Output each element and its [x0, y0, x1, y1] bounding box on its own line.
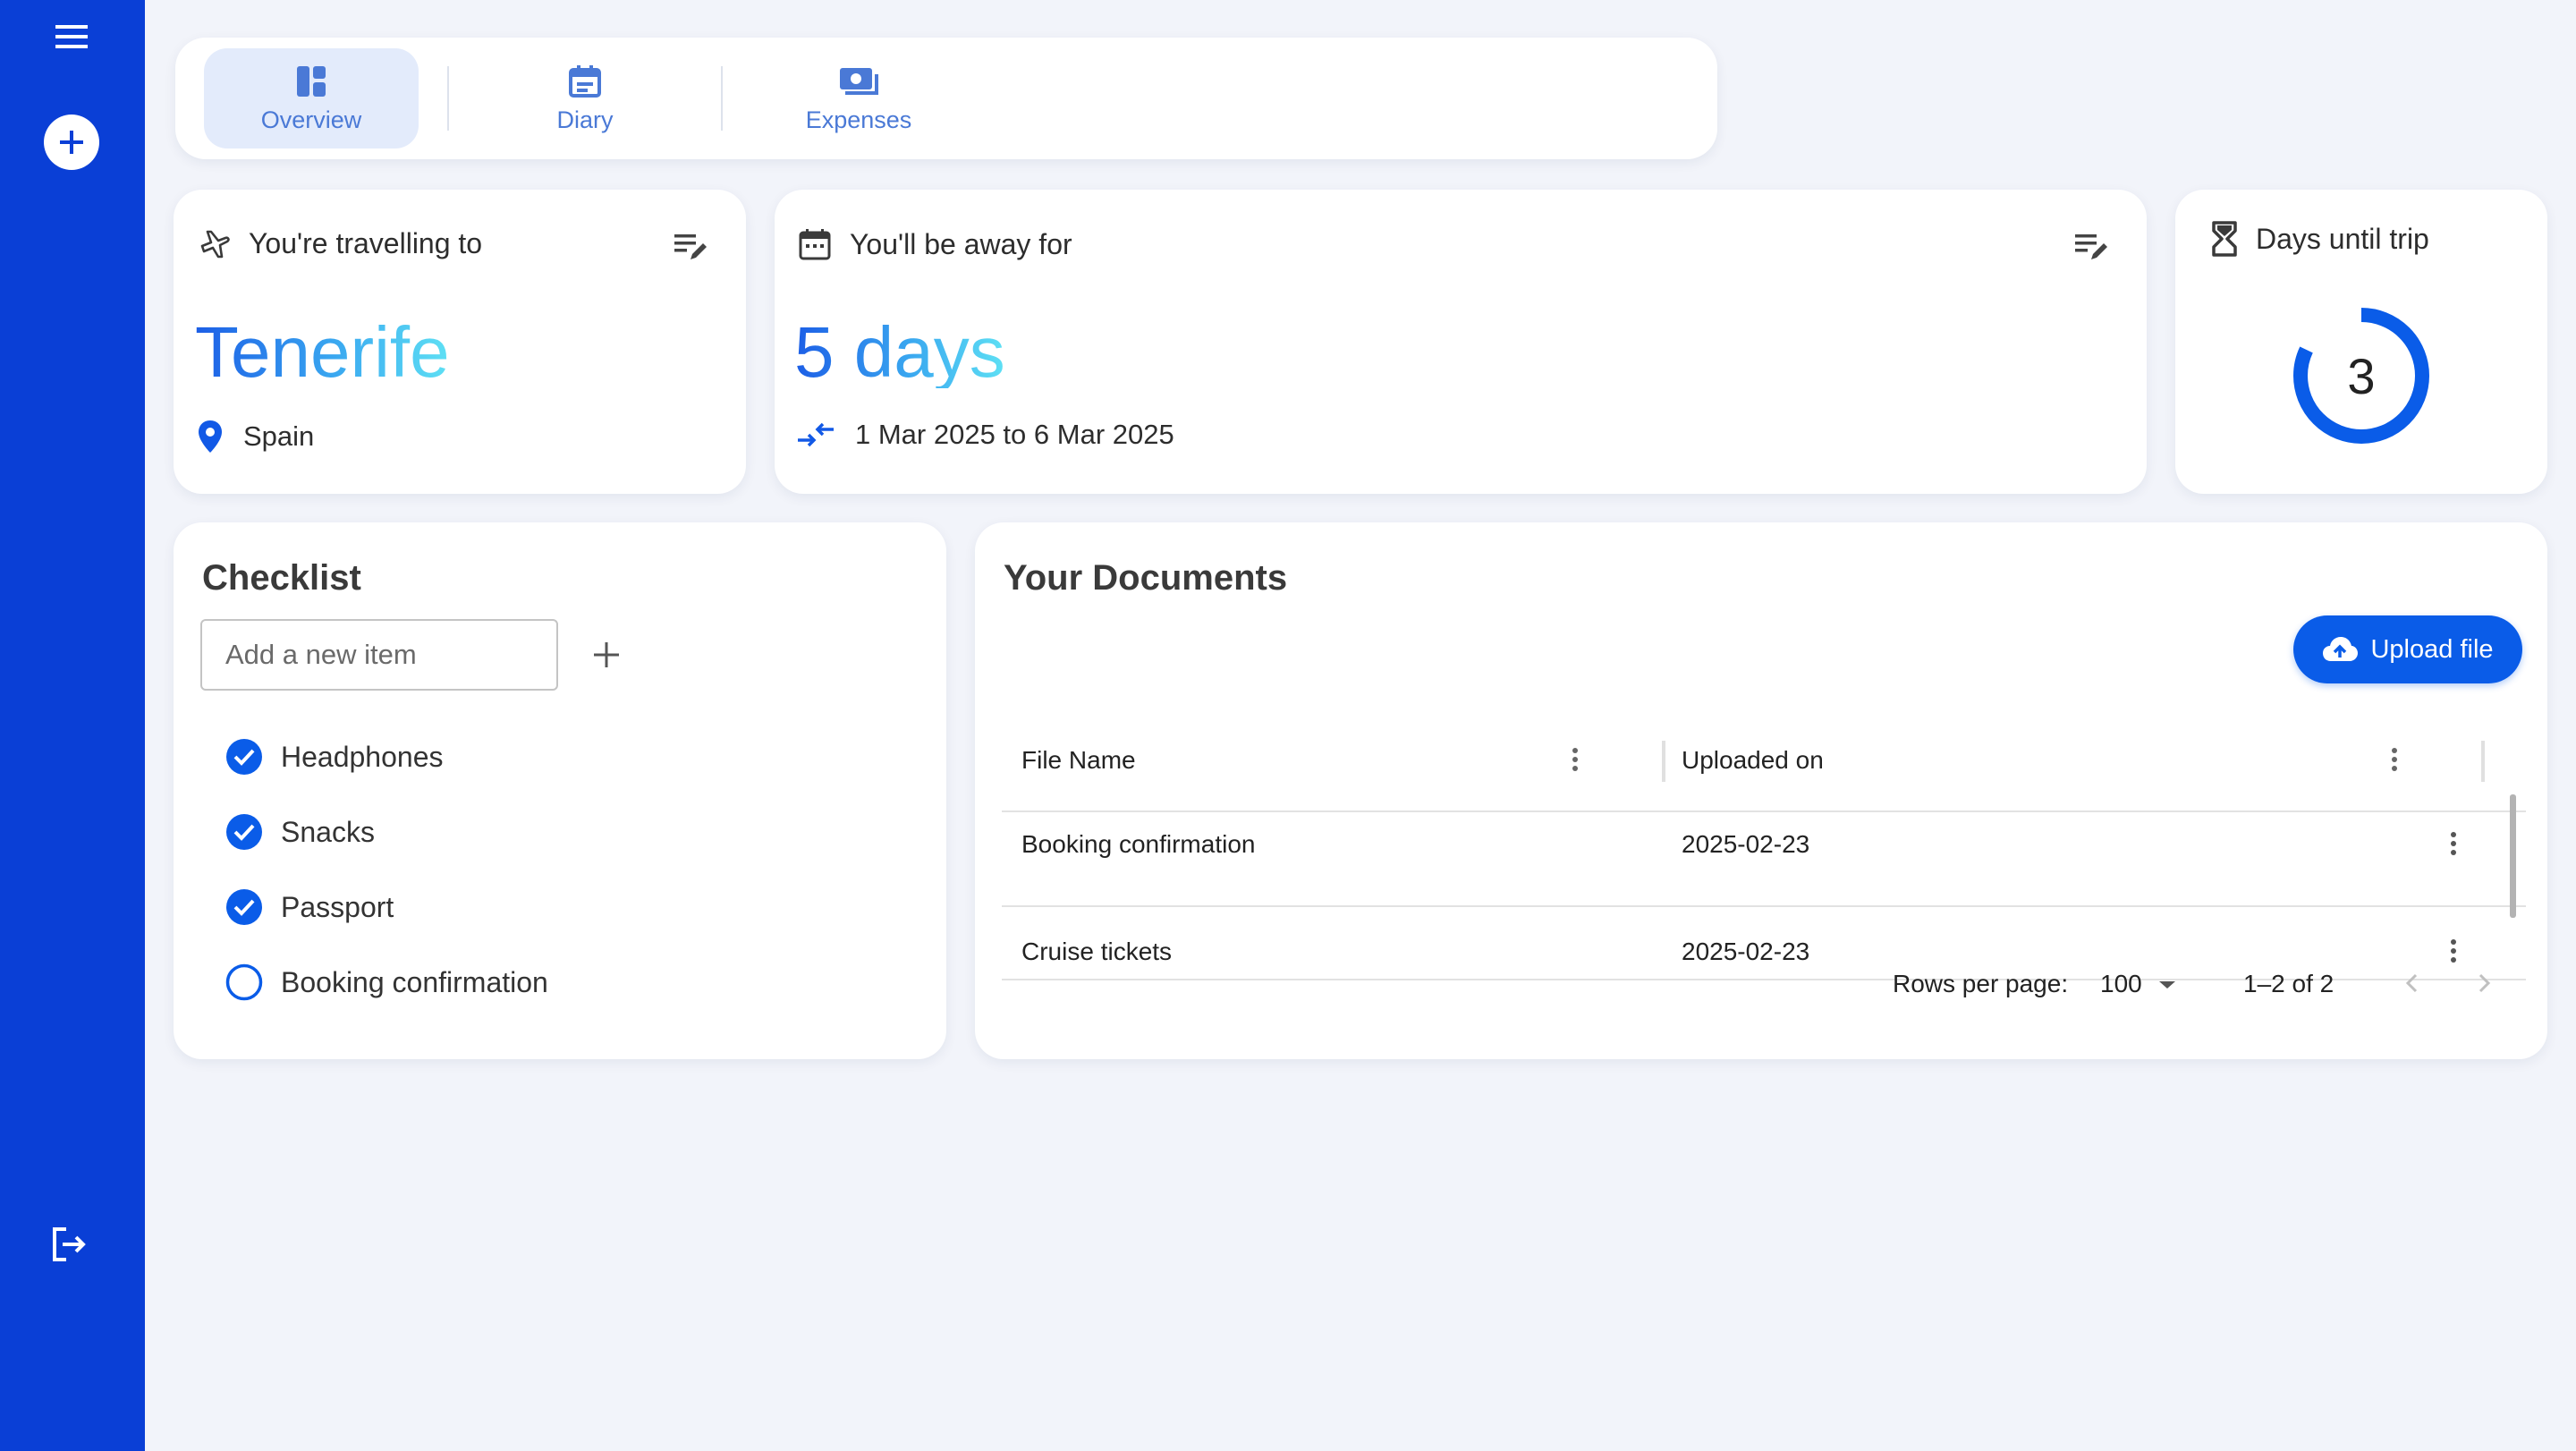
tab-expenses[interactable]: Expenses — [751, 48, 966, 148]
rows-per-page-label: Rows per page: — [1893, 970, 2069, 997]
column-header-uploaded-on[interactable]: Uploaded on — [1682, 746, 1824, 775]
checklist-item-label: Snacks — [281, 815, 375, 848]
checklist-item: Headphones — [225, 730, 1064, 784]
row-actions-icon[interactable] — [2447, 938, 2460, 964]
cloud-upload-icon — [2323, 637, 2359, 661]
dropdown-arrow-icon — [2158, 981, 2175, 989]
edit-note-icon — [674, 234, 707, 259]
upload-file-label: Upload file — [2370, 634, 2494, 664]
logout-icon[interactable] — [48, 1224, 89, 1265]
tab-label: Diary — [556, 106, 614, 133]
destination-city: Tenerife — [195, 312, 450, 392]
rows-per-page-select[interactable]: 100 — [2100, 970, 2180, 998]
sidebar — [0, 0, 145, 1451]
checklist-title: Checklist — [202, 558, 361, 598]
hourglass-icon — [2212, 221, 2237, 257]
destination-header-label: You're travelling to — [249, 227, 483, 259]
countdown-header: Days until trip — [2211, 220, 2429, 258]
documents-title: Your Documents — [1004, 558, 1288, 598]
checklist-item-label: Headphones — [281, 740, 444, 773]
countdown-days: 3 — [2347, 347, 2376, 404]
duration-header: You'll be away for — [798, 227, 1072, 261]
destination-card: You're travelling to Tenerife Spain — [174, 190, 746, 494]
tab-bar: Overview Diary Expenses — [175, 38, 1717, 159]
next-page-icon[interactable] — [2470, 970, 2497, 997]
countdown-ring: 3 — [2290, 304, 2433, 447]
dashboard-icon — [297, 65, 326, 97]
column-header-file-name[interactable]: File Name — [1021, 746, 1136, 775]
rows-per-page-value: 100 — [2100, 970, 2142, 997]
checklist-item-label: Passport — [281, 890, 394, 923]
new-item-input[interactable] — [200, 619, 558, 691]
add-item-button[interactable] — [587, 635, 626, 675]
checklist-card: Checklist Headphones Snacks Passport Boo… — [174, 522, 1064, 1059]
money-icon — [840, 67, 878, 95]
plus-icon — [594, 642, 619, 667]
row-actions-icon[interactable] — [2447, 830, 2460, 857]
destination-header: You're travelling to — [199, 227, 482, 260]
table-scrollbar[interactable] — [2510, 794, 2516, 918]
checklist-item: Passport — [225, 880, 1064, 934]
calendar-icon — [799, 229, 831, 260]
upload-file-button[interactable]: Upload file — [2293, 615, 2522, 683]
unchecked-circle-icon[interactable] — [225, 963, 263, 1001]
edit-duration-button[interactable] — [2072, 229, 2111, 265]
pagination-range: 1–2 of 2 — [2243, 970, 2334, 997]
checklist-item: Booking confirmation — [225, 955, 1064, 1009]
plus-icon — [60, 131, 83, 154]
menu-icon[interactable] — [52, 21, 91, 52]
location-pin-icon — [199, 420, 222, 453]
column-resize-handle[interactable] — [2481, 741, 2485, 782]
table-row[interactable]: Booking confirmation 2025-02-23 — [1002, 812, 2526, 907]
duration-range: 1 Mar 2025 to 6 Mar 2025 — [855, 419, 1174, 450]
edit-destination-button[interactable] — [671, 229, 710, 265]
documents-card: Your Documents Upload file File Name Upl… — [975, 522, 2547, 1059]
destination-country: Spain — [243, 420, 315, 452]
column-resize-handle[interactable] — [1662, 741, 1665, 782]
documents-table-header: File Name Uploaded on — [1002, 710, 2526, 812]
column-menu-icon[interactable] — [2388, 746, 2401, 773]
add-trip-button[interactable] — [44, 115, 99, 170]
countdown-header-label: Days until trip — [2256, 222, 2429, 255]
duration-card: You'll be away for 5 days 1 Mar 2025 to … — [775, 190, 2147, 494]
calendar-icon — [569, 64, 601, 98]
checklist-item-label: Booking confirmation — [281, 965, 548, 998]
duration-header-label: You'll be away for — [850, 227, 1072, 260]
tab-label: Expenses — [805, 106, 912, 133]
tab-divider — [447, 66, 449, 131]
destination-country-row: Spain — [197, 419, 314, 454]
airplane-icon — [200, 230, 230, 258]
row-file-name: Booking confirmation — [1021, 830, 1256, 858]
countdown-card: Days until trip 3 — [2175, 190, 2547, 494]
previous-page-icon[interactable] — [2399, 970, 2426, 997]
compare-arrows-icon — [798, 422, 834, 447]
row-upload-date: 2025-02-23 — [1682, 938, 1810, 965]
duration-range-row: 1 Mar 2025 to 6 Mar 2025 — [796, 419, 1174, 451]
edit-note-icon — [2075, 234, 2107, 259]
tab-diary[interactable]: Diary — [478, 48, 692, 148]
checklist-item: Snacks — [225, 805, 1064, 859]
checked-circle-icon[interactable] — [225, 888, 263, 926]
duration-value: 5 days — [794, 312, 1005, 392]
checked-circle-icon[interactable] — [225, 738, 263, 776]
tab-label: Overview — [260, 106, 362, 133]
row-upload-date: 2025-02-23 — [1682, 830, 1810, 858]
column-menu-icon[interactable] — [1569, 746, 1581, 773]
checked-circle-icon[interactable] — [225, 813, 263, 851]
tab-divider — [721, 66, 723, 131]
row-file-name: Cruise tickets — [1021, 938, 1173, 965]
tab-overview[interactable]: Overview — [204, 48, 419, 148]
